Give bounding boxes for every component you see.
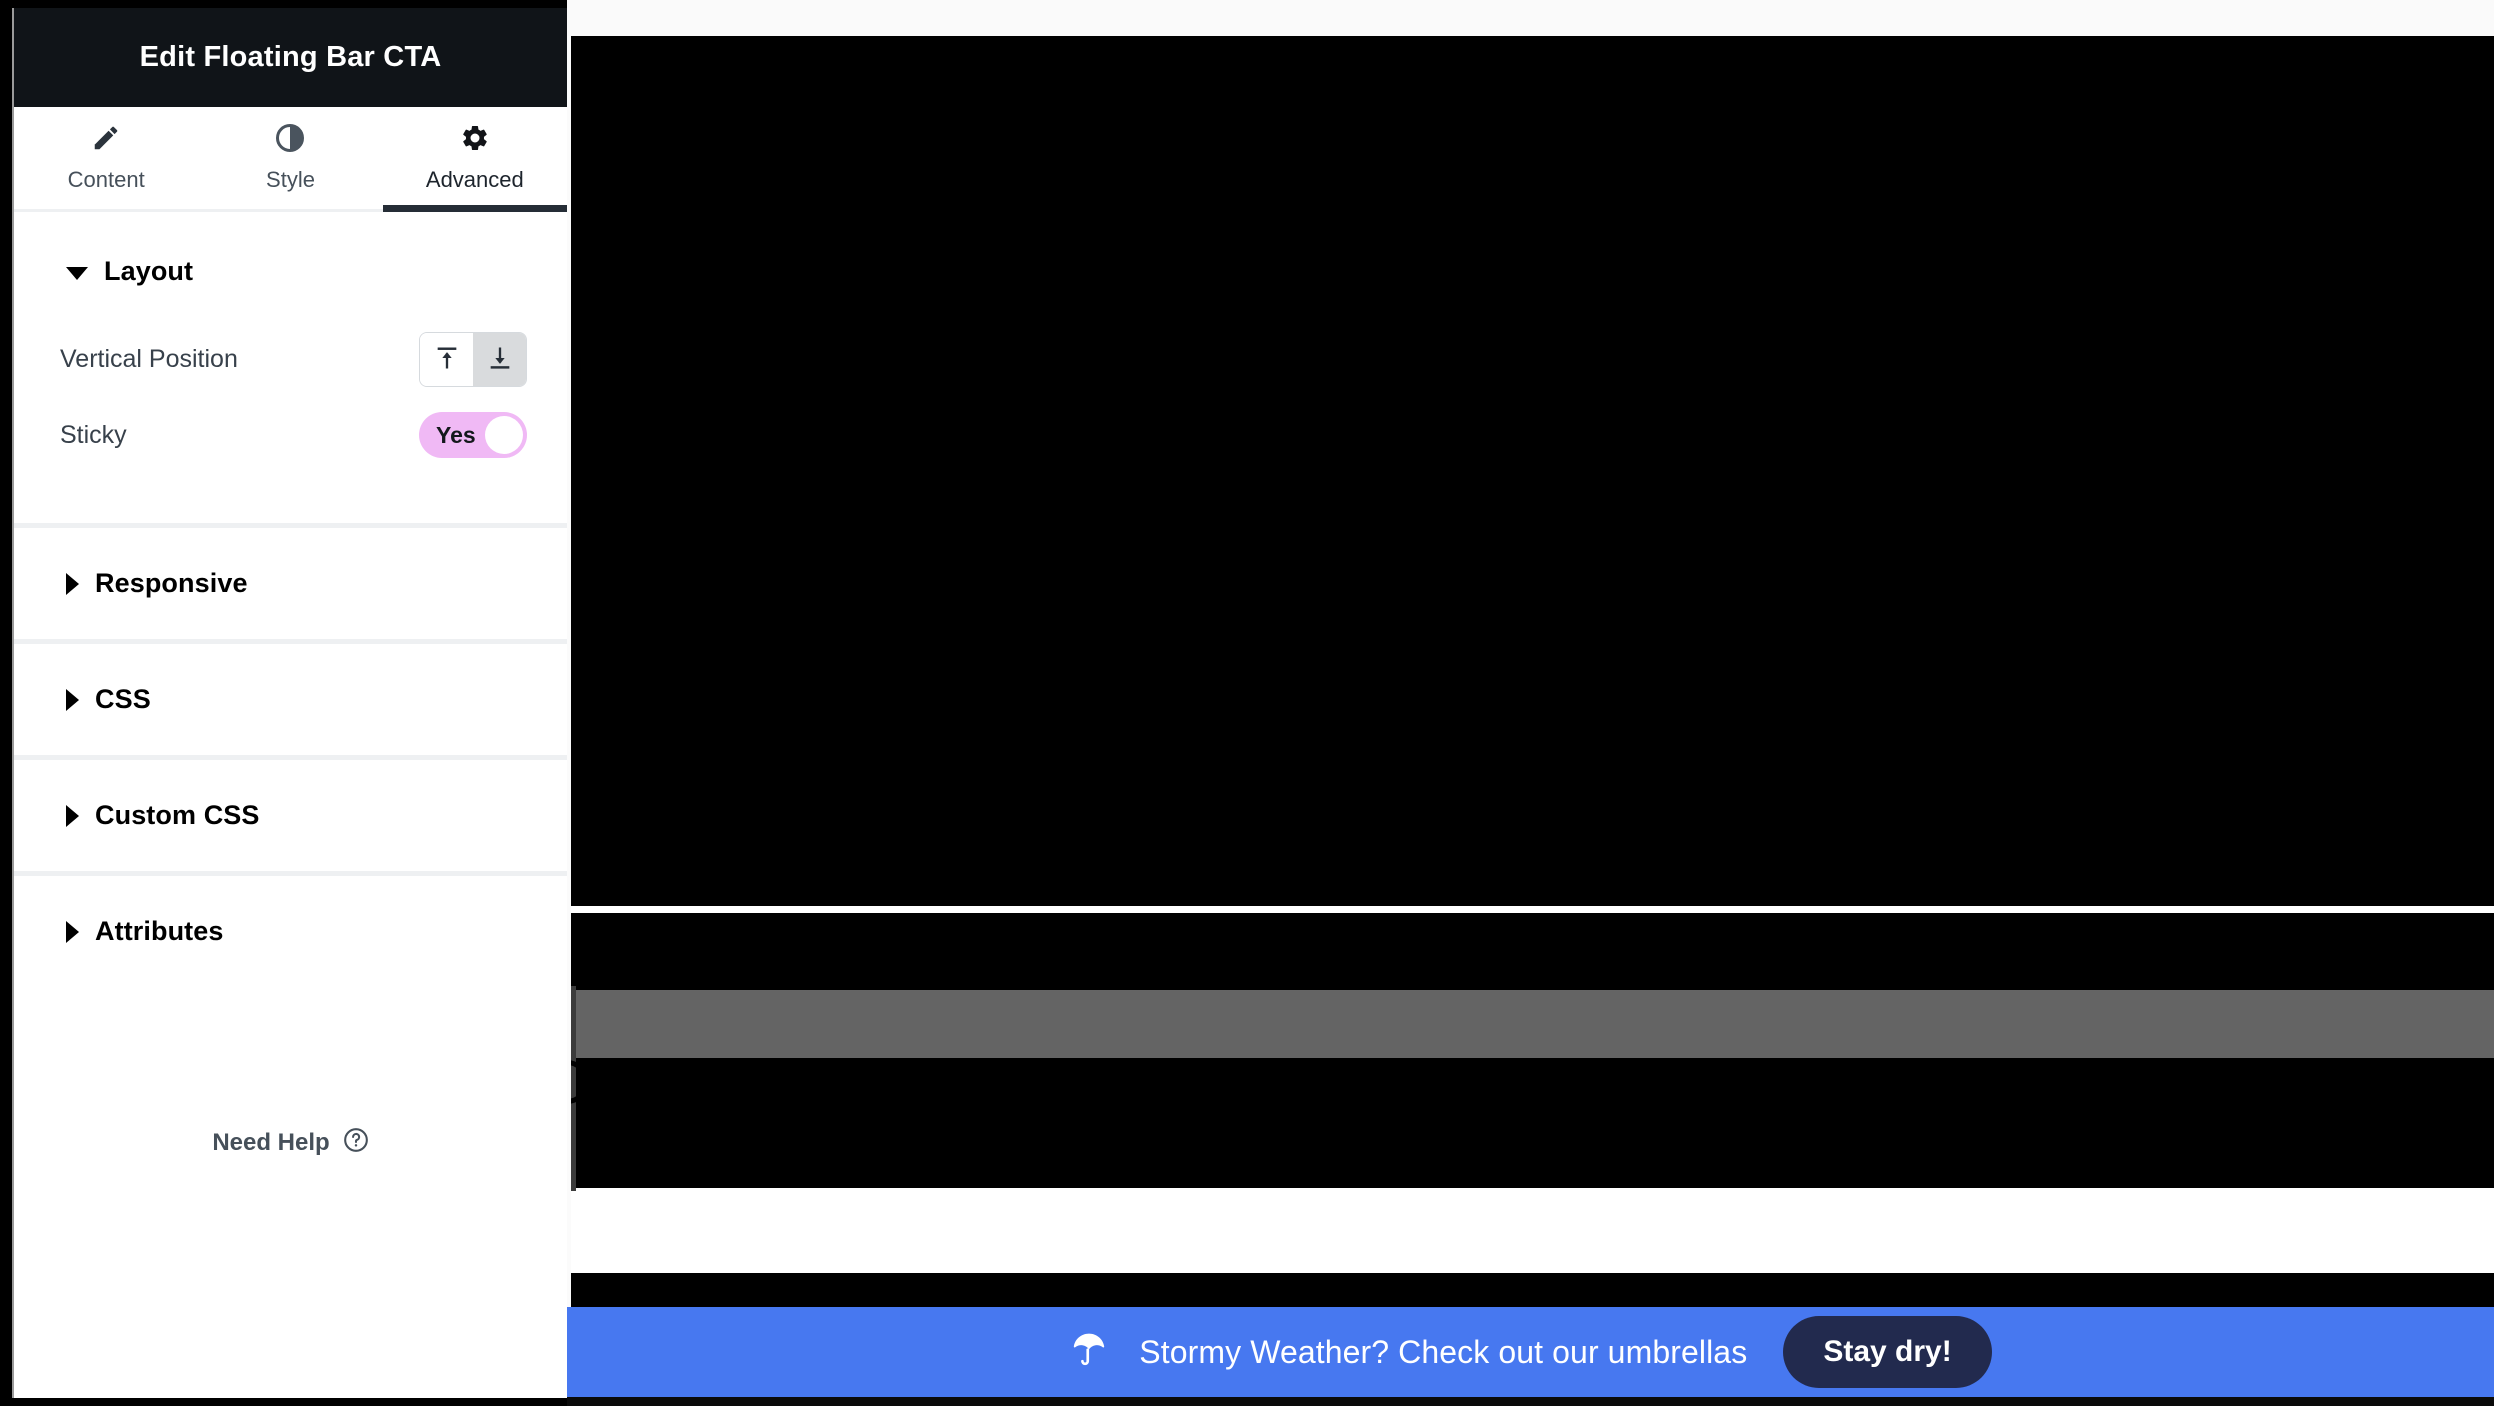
pencil-icon [91,123,121,157]
sticky-label: Sticky [60,420,127,449]
stay-dry-button[interactable]: Stay dry! [1783,1316,1992,1388]
vertical-position-segmented-control [419,331,527,387]
chevron-right-icon [66,804,79,827]
section-css-title: CSS [95,684,151,714]
section-layout: Layout Vertical Position Sticky Yes [14,212,567,528]
align-top-button[interactable] [420,332,473,386]
preview-bottom-spacer [567,1188,2494,1273]
section-responsive-header[interactable]: Responsive [14,528,567,639]
sticky-toggle[interactable]: Yes [419,412,527,458]
section-layout-header[interactable]: Layout [14,212,567,305]
page-title: Edit Floating Bar CTA [139,41,442,73]
panel-header: Edit Floating Bar CTA [14,8,567,107]
preview-content-block-1 [567,36,2494,906]
panel-body: Layout Vertical Position Sticky Yes Resp… [14,212,567,1398]
preview-divider [567,906,2494,913]
sticky-toggle-knob [485,416,523,454]
field-sticky: Sticky Yes [60,397,527,473]
section-layout-title: Layout [104,256,194,286]
floating-bar-cta[interactable]: Stormy Weather? Check out our umbrellas … [567,1307,2494,1397]
tab-advanced-label: Advanced [425,167,524,192]
tab-advanced[interactable]: Advanced [382,107,567,212]
sticky-toggle-value: Yes [436,421,476,448]
cta-bottom-edge [567,1397,2494,1406]
preview-top-spacer [567,0,2494,36]
chevron-down-icon [66,267,88,280]
section-css-header[interactable]: CSS [14,644,567,755]
need-help-container: Need Help [14,987,567,1158]
section-attributes-title: Attributes [95,916,224,946]
chevron-right-icon [66,572,79,595]
umbrella-icon [1069,1330,1109,1375]
cta-message-group: Stormy Weather? Check out our umbrellas [1069,1330,1747,1375]
contrast-icon [275,123,305,157]
vertical-position-label: Vertical Position [60,344,238,373]
cta-message: Stormy Weather? Check out our umbrellas [1139,1333,1748,1370]
section-custom-css: Custom CSS [14,760,567,876]
need-help-label: Need Help [212,1128,330,1156]
tab-style-label: Style [266,167,315,192]
align-top-icon [433,344,461,375]
section-layout-body: Vertical Position Sticky Yes [14,305,567,523]
chevron-right-icon [66,920,79,943]
section-css: CSS [14,644,567,760]
field-vertical-position: Vertical Position [60,321,527,397]
section-attributes-header[interactable]: Attributes [14,876,567,987]
tab-content-label: Content [67,167,145,192]
tab-style[interactable]: Style [198,107,382,209]
app-root: Edit Floating Bar CTA Content Style Adva… [0,0,2494,1406]
preview-left-margin [567,36,571,1406]
section-responsive-title: Responsive [95,568,248,598]
need-help-link[interactable]: Need Help [212,1127,368,1158]
gear-icon [460,123,490,157]
section-attributes: Attributes [14,876,567,987]
align-bottom-button[interactable] [473,332,526,386]
tab-content[interactable]: Content [14,107,198,209]
question-circle-icon [343,1127,369,1158]
editor-panel: Edit Floating Bar CTA Content Style Adva… [12,8,567,1398]
chevron-right-icon [66,688,79,711]
tab-bar: Content Style Advanced [14,107,567,212]
section-custom-css-header[interactable]: Custom CSS [14,760,567,871]
preview-gray-band [573,990,2494,1058]
preview-area: Stormy Weather? Check out our umbrellas … [567,0,2494,1406]
align-bottom-icon [486,344,514,375]
section-responsive: Responsive [14,528,567,644]
section-custom-css-title: Custom CSS [95,800,260,830]
